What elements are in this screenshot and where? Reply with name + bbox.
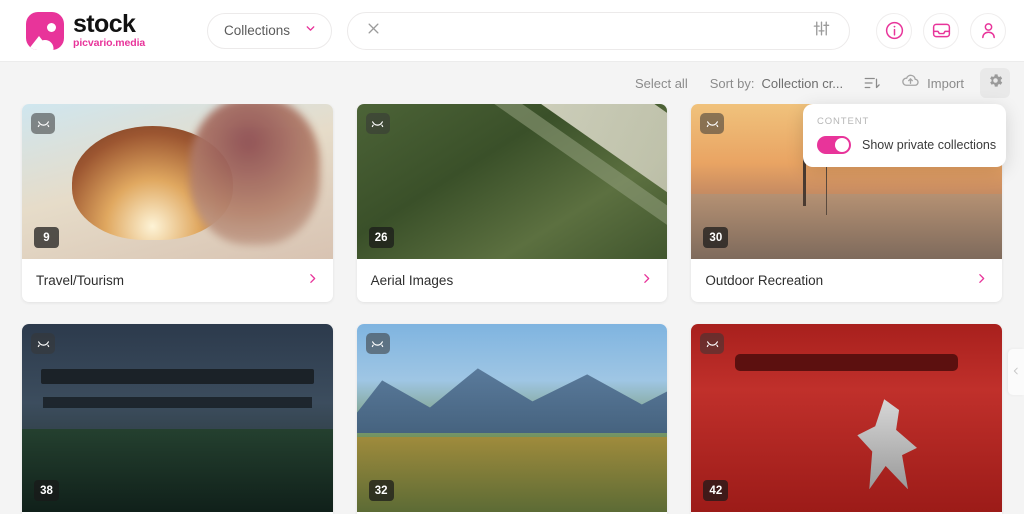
private-collection-icon [31,333,55,354]
sort-by-label: Sort by: [709,75,755,91]
chevron-left-icon [1011,363,1021,381]
info-button[interactable] [876,12,912,49]
thumbnail-photo [22,104,333,259]
select-all-button[interactable]: Select all [635,76,688,91]
private-collection-icon [365,333,390,354]
asset-count-badge: 30 [703,227,729,248]
collection-card[interactable]: 9 Travel/Tourism [22,104,333,302]
collection-title: Outdoor Recreation [705,273,824,288]
collection-card-footer[interactable]: Outdoor Recreation [691,259,1002,302]
private-collection-icon [700,113,725,134]
collection-thumbnail[interactable]: 9 [22,104,333,259]
app-logo[interactable]: stock picvario.media [26,10,176,50]
chevron-right-icon[interactable] [306,272,319,290]
collections-dropdown-label: Collections [224,23,291,38]
collection-card[interactable]: 26 Aerial Images [356,104,668,302]
show-private-collections-label: Show private collections [862,138,997,152]
collection-thumbnail[interactable]: 26 [356,104,668,259]
close-icon[interactable] [366,21,381,41]
app-header: stock picvario.media Collections [0,0,1024,62]
asset-count-badge: 9 [34,227,59,248]
account-button[interactable] [970,12,1006,49]
settings-button[interactable] [980,68,1010,98]
import-label: Import [927,75,964,91]
show-private-collections-toggle[interactable] [817,136,851,154]
collection-card[interactable]: 38 Around the World [22,324,333,514]
private-collection-icon [365,113,390,134]
collections-dropdown[interactable]: Collections [207,12,332,49]
collection-thumbnail[interactable]: 42 [691,324,1002,512]
collection-title: Travel/Tourism [36,273,125,288]
show-private-collections-row[interactable]: Show private collections [817,136,996,154]
thumbnail-photo [22,324,333,512]
private-collection-icon [31,113,55,134]
search-bar[interactable] [347,11,850,50]
chevron-right-icon[interactable] [640,272,653,290]
search-input[interactable] [393,23,812,38]
popover-section-label: CONTENT [817,116,870,127]
sort-by-value[interactable]: Collection cr... [762,76,844,91]
sidebar-collapse-handle[interactable] [1008,349,1024,395]
collection-title: Aerial Images [370,273,454,288]
collection-card-footer[interactable]: Travel/Tourism [22,259,333,302]
thumbnail-photo [356,324,668,512]
collection-thumbnail[interactable]: 38 [22,324,333,512]
collection-card[interactable]: 32 Landmarks/Monuments [356,324,668,514]
chevron-down-icon [304,22,317,40]
asset-count-badge: 38 [34,480,59,501]
logo-title: stock [73,10,136,39]
collection-thumbnail[interactable]: 32 [356,324,668,512]
logo-subtitle: picvario.media [73,37,146,50]
collection-card-footer[interactable]: Aerial Images [357,259,668,302]
thumbnail-photo [356,104,668,259]
chevron-right-icon[interactable] [975,272,988,290]
logo-icon [26,11,64,50]
thumbnail-photo [691,324,1002,512]
asset-count-badge: 32 [368,480,394,501]
sliders-icon[interactable] [812,19,831,43]
inbox-button[interactable] [923,12,959,49]
private-collection-icon [700,333,725,354]
cloud-upload-icon [901,71,920,95]
collections-toolbar: Select all Sort by: Collection cr... Imp… [0,62,1024,104]
asset-count-badge: 42 [703,480,729,501]
gear-icon [987,72,1004,94]
settings-popover: CONTENT Show private collections [803,104,1006,167]
collection-card[interactable]: 42 Qatar World Cup [691,324,1002,514]
sort-descending-icon[interactable] [857,68,887,98]
import-button[interactable]: Import [901,71,964,95]
asset-count-badge: 26 [368,227,394,248]
